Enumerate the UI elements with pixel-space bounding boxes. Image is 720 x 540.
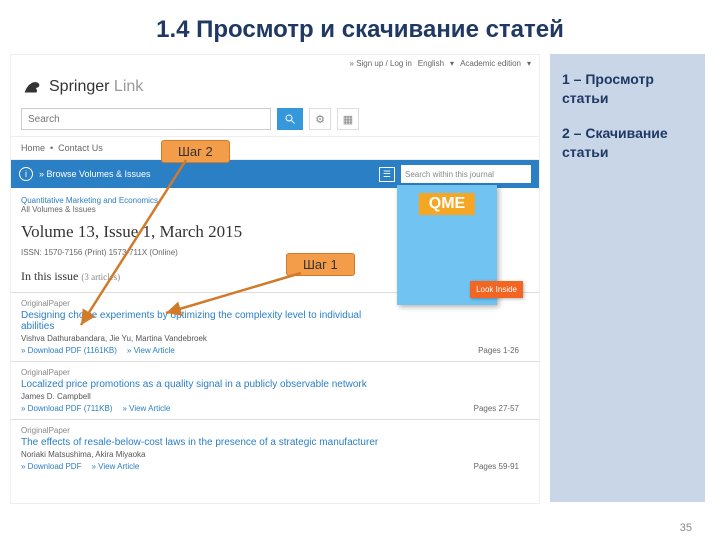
settings-button[interactable]: ⚙ (309, 108, 331, 130)
search-button[interactable] (277, 108, 303, 130)
cover-qme-badge: QME (419, 193, 475, 215)
article-item: OriginalPaper The effects of resale-belo… (11, 419, 539, 477)
search-input[interactable] (21, 108, 271, 130)
article-authors: Noriaki Matsushima, Akira Miyaoka (21, 450, 529, 459)
grid-button[interactable]: ▦ (337, 108, 359, 130)
logo-brand: Springer (49, 78, 109, 95)
article-title-link[interactable]: Designing choice experiments by optimizi… (21, 308, 381, 334)
look-inside-button[interactable]: Look Inside (470, 281, 523, 298)
info-icon[interactable]: i (19, 167, 33, 181)
view-article-link[interactable]: » View Article (122, 404, 170, 413)
download-pdf-link[interactable]: Download PDF (711KB) (21, 404, 112, 413)
article-pages: Pages 59-91 (474, 462, 529, 471)
breadcrumb-contact[interactable]: Contact Us (58, 143, 103, 153)
legend-panel: 1 – Просмотр статьи 2 – Скачивание стать… (550, 54, 705, 502)
download-pdf-link[interactable]: Download PDF (1161KB) (21, 346, 117, 355)
reader-icon[interactable]: ☰ (379, 167, 395, 182)
search-icon (284, 113, 296, 125)
slide-title: 1.4 Просмотр и скачивание статей (0, 0, 720, 54)
callout-step-1: Шаг 1 (286, 253, 355, 276)
article-pages: Pages 1-26 (478, 346, 529, 355)
breadcrumb-home[interactable]: Home (21, 143, 45, 153)
download-pdf-link[interactable]: Download PDF (21, 462, 81, 471)
page-number: 35 (680, 522, 692, 534)
article-authors: James D. Campbell (21, 392, 529, 401)
article-count: (3 articles) (81, 272, 120, 282)
callout-step-2: Шаг 2 (161, 140, 230, 163)
journal-search-input[interactable]: Search within this journal (401, 165, 531, 183)
signup-link[interactable]: » Sign up / Log in (350, 59, 412, 68)
view-article-link[interactable]: » View Article (127, 346, 175, 355)
article-authors: Vishva Dathurabandara, Jie Yu, Martina V… (21, 334, 529, 343)
logo-text: Springer Link (49, 78, 143, 96)
breadcrumb: Home • Contact Us (11, 136, 539, 160)
grid-icon: ▦ (343, 113, 353, 126)
journal-cover: QME Look Inside (397, 185, 517, 305)
legend-item-2: 2 – Скачивание статьи (562, 124, 693, 162)
article-type: OriginalPaper (21, 368, 529, 377)
lang-select[interactable]: English (418, 59, 444, 68)
journal-blue-bar: i » Browse Volumes & Issues ☰ Search wit… (11, 160, 539, 188)
edition-select[interactable]: Academic edition (460, 59, 521, 68)
logo-suffix: Link (109, 78, 143, 95)
view-article-link[interactable]: » View Article (91, 462, 139, 471)
springer-logo-icon (21, 76, 43, 98)
in-issue-label: In this issue (21, 269, 78, 283)
gear-icon: ⚙ (315, 113, 325, 126)
browse-volumes-link[interactable]: » Browse Volumes & Issues (39, 169, 151, 179)
article-title-link[interactable]: The effects of resale-below-cost laws in… (21, 435, 381, 450)
article-pages: Pages 27-57 (474, 404, 529, 413)
screenshot-region: » Sign up / Log in English▾ Academic edi… (10, 54, 540, 504)
article-item: OriginalPaper Localized price promotions… (11, 361, 539, 419)
article-title-link[interactable]: Localized price promotions as a quality … (21, 377, 381, 392)
article-type: OriginalPaper (21, 426, 529, 435)
legend-item-1: 1 – Просмотр статьи (562, 70, 693, 108)
